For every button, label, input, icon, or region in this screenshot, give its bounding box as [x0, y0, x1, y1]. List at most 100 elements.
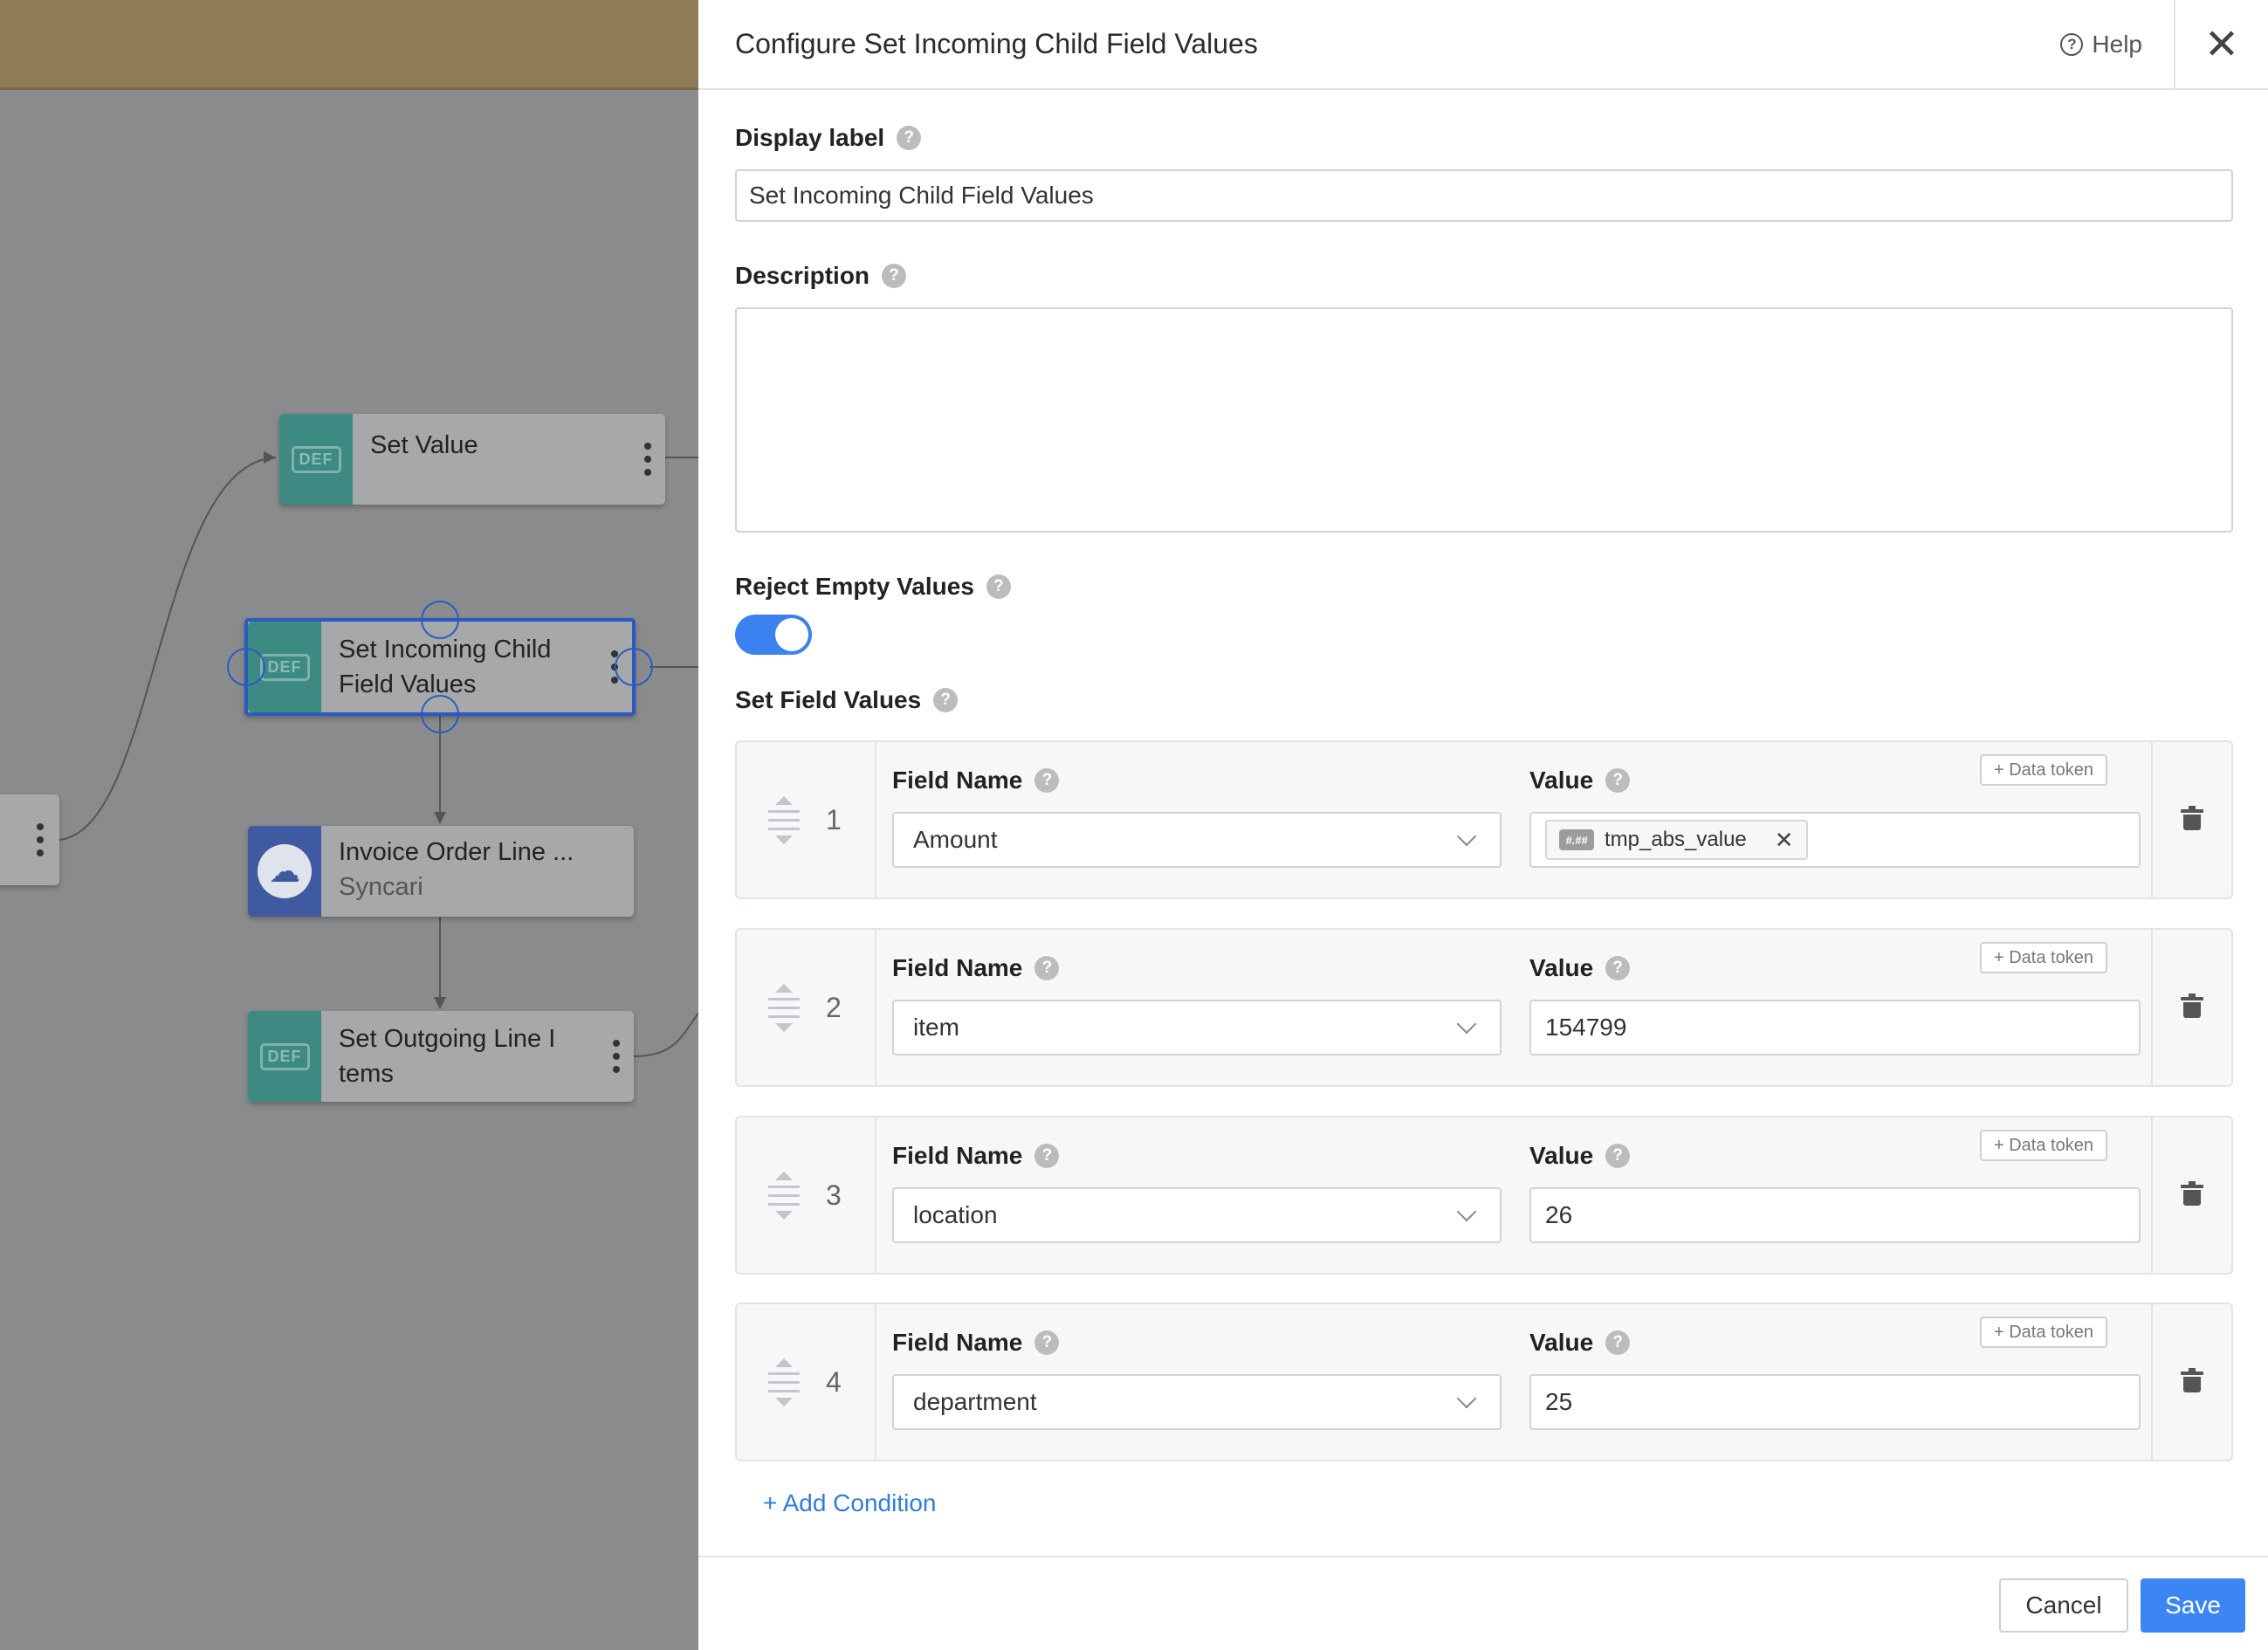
trash-icon — [2181, 806, 2203, 830]
node-set-outgoing-line-items[interactable]: DEF Set Outgoing Line I tems — [248, 1011, 634, 1102]
display-label-input[interactable]: Set Incoming Child Field Values — [735, 169, 2233, 222]
panel-title: Configure Set Incoming Child Field Value… — [735, 28, 1258, 59]
field-name-value: location — [913, 1201, 998, 1228]
chevron-down-icon — [1456, 826, 1477, 847]
info-icon[interactable]: ? — [986, 574, 1011, 599]
trash-icon — [2181, 1181, 2203, 1206]
field-name-value: department — [913, 1388, 1037, 1415]
set-field-values-label-text: Set Field Values — [735, 686, 922, 713]
cloud-icon: ☁ — [258, 844, 312, 898]
description-label-text: Description — [735, 262, 870, 289]
value-label: Value? — [1529, 954, 1631, 982]
remove-token-icon[interactable]: ✕ — [1775, 827, 1794, 854]
value-input[interactable]: 26 — [1529, 1187, 2141, 1243]
info-icon[interactable]: ? — [882, 264, 907, 288]
field-value-row: 4 Field Name? Value? + Data token depart… — [735, 1303, 2233, 1461]
kebab-dot — [37, 849, 44, 856]
drag-handle-icon[interactable] — [768, 1171, 800, 1220]
value-text: 26 — [1545, 1201, 1573, 1228]
reject-empty-heading: Reject Empty Values ? — [735, 573, 1011, 601]
def-icon: DEF — [279, 414, 353, 505]
info-icon[interactable]: ? — [1034, 1330, 1060, 1355]
delete-row-button[interactable] — [2151, 1117, 2231, 1273]
delete-row-button[interactable] — [2151, 742, 2231, 897]
node-menu-icon[interactable] — [630, 414, 665, 505]
node-title: Set Outgoing Line I tems — [339, 1025, 556, 1088]
data-token-button[interactable]: + Data token — [1980, 754, 2107, 786]
field-name-select[interactable]: department — [892, 1374, 1502, 1430]
drag-handle-icon[interactable] — [768, 1358, 800, 1406]
delete-row-button[interactable] — [2151, 930, 2231, 1085]
info-icon[interactable]: ? — [1605, 956, 1631, 980]
display-label-text: Display label — [735, 124, 885, 151]
drag-handle-icon[interactable] — [768, 795, 800, 844]
field-name-select[interactable]: item — [892, 1000, 1502, 1055]
description-textarea[interactable] — [735, 307, 2233, 533]
field-name-select[interactable]: location — [892, 1187, 1502, 1243]
drag-cell: 3 — [737, 1117, 876, 1273]
node-subtitle: Syncari — [339, 873, 423, 901]
port-left[interactable] — [227, 648, 265, 686]
field-name-value: Amount — [913, 826, 998, 853]
drag-handle-icon[interactable] — [768, 983, 800, 1032]
port-top[interactable] — [421, 601, 459, 639]
trash-icon — [2181, 1368, 2203, 1392]
number-format-icon: #.## — [1559, 829, 1594, 850]
field-name-value: item — [913, 1014, 959, 1041]
info-icon[interactable]: ? — [1605, 768, 1631, 793]
node-title: Set Incoming Child Field Values — [339, 636, 552, 698]
value-text: 154799 — [1545, 1014, 1627, 1041]
field-name-select[interactable]: Amount — [892, 812, 1502, 868]
node-set-value[interactable]: DEF Set Value — [279, 414, 665, 505]
row-number: 3 — [826, 1179, 842, 1211]
value-input[interactable]: #.## tmp_abs_value ✕ — [1529, 812, 2141, 868]
reject-empty-toggle[interactable] — [735, 615, 812, 655]
data-token-chip[interactable]: #.## tmp_abs_value ✕ — [1545, 820, 1808, 860]
token-name: tmp_abs_value — [1605, 828, 1747, 851]
help-label: Help — [2092, 30, 2142, 58]
drag-cell: 2 — [737, 930, 876, 1085]
info-icon[interactable]: ? — [897, 126, 922, 150]
field-name-label: Field Name? — [892, 767, 1060, 794]
info-icon[interactable]: ? — [1605, 1144, 1631, 1168]
workflow-canvas[interactable]: DEF Set Value DEF Set Incoming Child Fie… — [0, 0, 698, 1650]
value-label: Value? — [1529, 1329, 1631, 1357]
field-name-label: Field Name? — [892, 954, 1060, 982]
info-icon[interactable]: ? — [1034, 1144, 1060, 1168]
info-icon[interactable]: ? — [1605, 1330, 1631, 1355]
def-icon: DEF — [248, 1011, 321, 1102]
add-condition-link[interactable]: + Add Condition — [763, 1489, 937, 1517]
data-token-button[interactable]: + Data token — [1980, 942, 2107, 973]
port-right[interactable] — [615, 648, 653, 686]
save-button[interactable]: Save — [2141, 1578, 2245, 1633]
previous-node-stub[interactable] — [0, 794, 59, 885]
panel-footer: Cancel Save — [698, 1556, 2268, 1650]
display-label-heading: Display label ? — [735, 124, 922, 152]
set-field-values-heading: Set Field Values ? — [735, 686, 959, 714]
info-icon[interactable]: ? — [933, 688, 959, 712]
node-menu-icon[interactable] — [599, 1011, 634, 1102]
row-number: 4 — [826, 1365, 842, 1398]
value-input[interactable]: 154799 — [1529, 1000, 2141, 1055]
field-value-row: 3 Field Name? Value? + Data token locati… — [735, 1116, 2233, 1275]
field-value-row: 1 Field Name? Value? + Data token Amount… — [735, 740, 2233, 899]
value-text: 25 — [1545, 1388, 1573, 1415]
help-circle-icon: ? — [2060, 32, 2084, 56]
info-icon[interactable]: ? — [1034, 956, 1060, 980]
info-icon[interactable]: ? — [1034, 768, 1060, 793]
close-button[interactable]: ✕ — [2174, 0, 2268, 89]
data-token-button[interactable]: + Data token — [1980, 1130, 2107, 1161]
delete-row-button[interactable] — [2151, 1304, 2231, 1460]
value-input[interactable]: 25 — [1529, 1374, 2141, 1430]
reject-empty-label-text: Reject Empty Values — [735, 573, 974, 600]
node-invoice-order-line[interactable]: ☁ Invoice Order Line ... Syncari — [248, 826, 634, 917]
node-title: Invoice Order Line ... — [339, 838, 574, 866]
cancel-button[interactable]: Cancel — [1999, 1578, 2128, 1633]
help-button[interactable]: ? Help — [2060, 31, 2142, 58]
trash-icon — [2181, 993, 2203, 1018]
chevron-down-icon — [1456, 1388, 1477, 1409]
data-token-button[interactable]: + Data token — [1980, 1317, 2107, 1348]
field-name-label: Field Name? — [892, 1142, 1060, 1170]
toggle-knob — [775, 618, 808, 651]
port-bottom[interactable] — [421, 695, 459, 733]
